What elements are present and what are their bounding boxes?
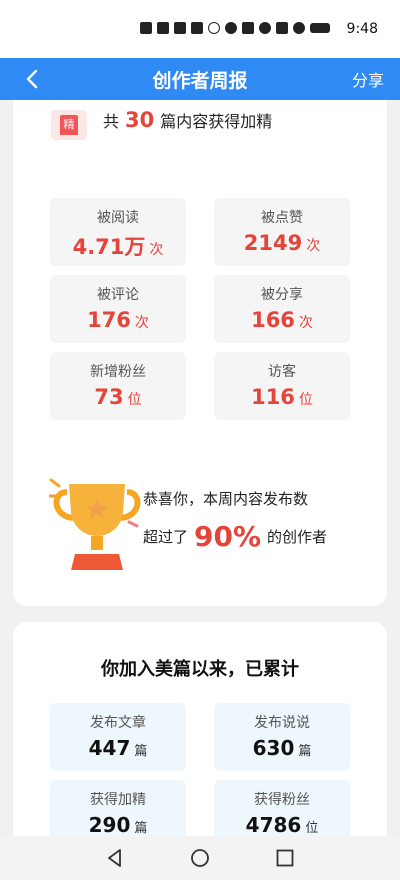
- stat-value: 4.71万: [72, 235, 146, 259]
- featured-badge: 精: [51, 110, 87, 140]
- stat-unit: 次: [134, 315, 149, 331]
- network-icon: [140, 22, 152, 34]
- weekly-report-card: 精 共 30 篇内容获得加精 被阅读 4.71万次 被点赞 2149 次 被评论 …: [13, 100, 387, 606]
- stat-label: 被分享: [261, 287, 303, 303]
- eye-icon: [225, 22, 237, 34]
- alarm-icon: [259, 22, 271, 34]
- status-bar: 9:48: [0, 0, 400, 58]
- system-nav-bar: [0, 836, 400, 880]
- stat-unit: 次: [306, 238, 321, 254]
- page-title: 创作者周报: [152, 70, 248, 92]
- stat-card-likes[interactable]: 被点赞 2149 次: [214, 198, 350, 266]
- featured-summary: 共 30 篇内容获得加精: [103, 108, 272, 132]
- stat-unit: 次: [298, 315, 313, 331]
- total-label: 发布说说: [254, 715, 310, 731]
- total-card-posts[interactable]: 发布说说 630 篇: [214, 703, 350, 771]
- total-label: 发布文章: [90, 715, 146, 731]
- featured-count: 30: [125, 108, 155, 132]
- featured-suffix: 篇内容获得加精: [160, 112, 273, 131]
- app-icon: [191, 22, 203, 34]
- stat-card-comments[interactable]: 被评论 176 次: [50, 275, 186, 343]
- stat-unit: 位: [127, 392, 142, 408]
- stat-card-reads[interactable]: 被阅读 4.71万次: [50, 198, 186, 266]
- total-value: 630: [252, 736, 295, 760]
- share-button[interactable]: 分享: [352, 67, 384, 91]
- stat-card-visitors[interactable]: 访客 116 位: [214, 352, 350, 420]
- stat-label: 被评论: [97, 287, 139, 303]
- bluetooth-icon: [276, 22, 288, 34]
- nav-home-icon[interactable]: [188, 846, 212, 870]
- stat-unit: 位: [298, 392, 313, 408]
- circle-icon: [208, 22, 220, 34]
- total-unit: 篇: [134, 744, 148, 759]
- total-card-articles[interactable]: 发布文章 447 篇: [50, 703, 186, 771]
- total-value: 290: [88, 813, 131, 837]
- stat-label: 新增粉丝: [90, 364, 146, 380]
- featured-badge-label: 精: [60, 115, 78, 135]
- featured-prefix: 共: [103, 112, 120, 131]
- total-unit: 篇: [298, 744, 312, 759]
- telegram-icon: [174, 22, 186, 34]
- signal-icon: [157, 22, 169, 34]
- status-time: 9:48: [346, 21, 378, 37]
- total-value: 447: [88, 736, 131, 760]
- stat-value: 73: [94, 385, 124, 409]
- stat-value: 166: [251, 308, 295, 332]
- stat-card-shares[interactable]: 被分享 166 次: [214, 275, 350, 343]
- trophy-icon: [49, 478, 141, 570]
- nfc-icon: [242, 22, 254, 34]
- stat-unit: 次: [149, 242, 164, 258]
- stat-value: 2149: [243, 231, 303, 255]
- stat-value: 176: [87, 308, 131, 332]
- congrats-percentile: 超过了 90% 的创作者: [143, 520, 327, 553]
- congrats-prefix: 超过了: [143, 528, 189, 546]
- stat-label: 被点赞: [261, 210, 303, 226]
- stat-label: 访客: [268, 364, 296, 380]
- location-icon: [293, 22, 305, 34]
- status-icons: [140, 22, 330, 34]
- total-label: 获得加精: [90, 792, 146, 808]
- stat-value: 116: [251, 385, 295, 409]
- total-label: 获得粉丝: [254, 792, 310, 808]
- stat-card-new-fans[interactable]: 新增粉丝 73 位: [50, 352, 186, 420]
- nav-recents-icon[interactable]: [273, 846, 297, 870]
- congrats-percent: 90%: [194, 520, 262, 553]
- cumulative-title: 你加入美篇以来，已累计: [101, 659, 299, 680]
- battery-icon: [310, 23, 330, 33]
- nav-back-icon[interactable]: [103, 846, 127, 870]
- congrats-suffix: 的创作者: [267, 528, 328, 546]
- total-value: 4786: [245, 813, 302, 837]
- stat-label: 被阅读: [97, 210, 139, 226]
- congrats-line: 恭喜你，本周内容发布数: [143, 490, 309, 508]
- total-unit: 位: [305, 821, 319, 836]
- app-header: 创作者周报 分享: [0, 58, 400, 100]
- total-unit: 篇: [134, 821, 148, 836]
